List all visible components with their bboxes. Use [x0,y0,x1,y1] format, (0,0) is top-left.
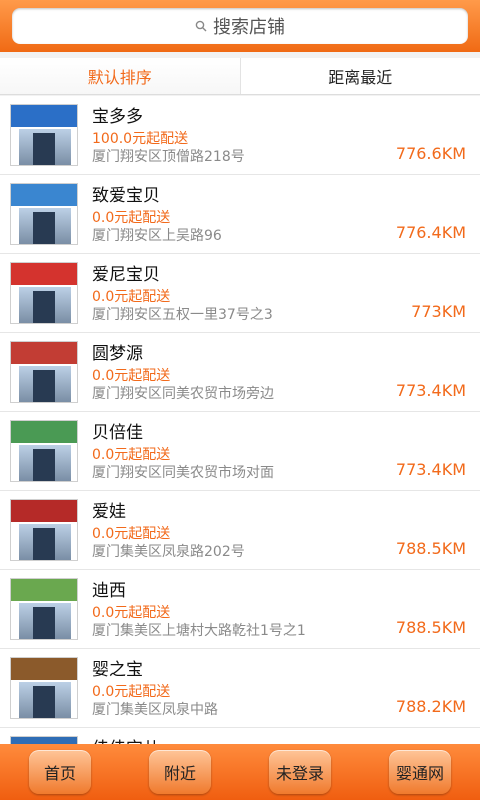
store-address: 厦门翔安区顶僧路218号 [92,149,245,165]
store-name: 婴之宝 [92,660,143,680]
store-min-order: 0.0元起配送 [92,684,171,700]
store-min-order: 0.0元起配送 [92,605,171,621]
store-photo [10,104,78,166]
store-photo [10,341,78,403]
store-row[interactable]: 爱娃 0.0元起配送 厦门集美区凤泉路202号 788.5KM [0,491,480,570]
store-photo [10,499,78,561]
store-name: 佳佳宝儿 [92,734,160,744]
store-photo [10,657,78,719]
nav-site-button[interactable]: 婴通网 [389,750,451,794]
store-address: 厦门集美区凤泉路202号 [92,544,245,560]
store-min-order: 100.0元起配送 [92,131,189,147]
search-input[interactable]: 搜索店铺 [12,8,468,44]
store-address: 厦门集美区上塘村大路乾社1号之1 [92,623,306,639]
store-address: 厦门翔安区同美农贸市场旁边 [92,386,274,402]
store-min-order: 0.0元起配送 [92,447,171,463]
store-row[interactable]: 致爱宝贝 0.0元起配送 厦门翔安区上吴路96 776.4KM [0,175,480,254]
store-min-order: 0.0元起配送 [92,526,171,542]
header-bar: 搜索店铺 [0,0,480,52]
store-distance: 773.4KM [395,381,466,400]
store-address: 厦门翔安区上吴路96 [92,228,222,244]
store-address: 厦门翔安区五权一里37号之3 [92,307,273,323]
store-distance: 773KM [411,302,466,321]
store-photo [10,736,78,744]
store-min-order: 0.0元起配送 [92,368,171,384]
store-distance: 776.6KM [395,144,466,163]
store-name: 致爱宝贝 [92,186,160,206]
store-name: 迪西 [92,581,126,601]
nav-nearby-button[interactable]: 附近 [149,750,211,794]
store-name: 爱尼宝贝 [92,265,160,285]
store-distance: 776.4KM [395,223,466,242]
store-row[interactable]: 圆梦源 0.0元起配送 厦门翔安区同美农贸市场旁边 773.4KM [0,333,480,412]
store-photo [10,578,78,640]
store-row[interactable]: 爱尼宝贝 0.0元起配送 厦门翔安区五权一里37号之3 773KM [0,254,480,333]
store-row[interactable]: 贝倍佳 0.0元起配送 厦门翔安区同美农贸市场对面 773.4KM [0,412,480,491]
store-distance: 788.2KM [395,697,466,716]
store-row[interactable]: 婴之宝 0.0元起配送 厦门集美区凤泉中路 788.2KM [0,649,480,728]
nav-login-button[interactable]: 未登录 [269,750,331,794]
store-row[interactable]: 佳佳宝儿 [0,728,480,744]
store-row[interactable]: 宝多多 100.0元起配送 厦门翔安区顶僧路218号 776.6KM [0,96,480,175]
store-distance: 788.5KM [395,618,466,637]
store-distance: 773.4KM [395,460,466,479]
bottom-nav: 首页 附近 未登录 婴通网 [0,744,480,800]
store-name: 爱娃 [92,502,126,522]
search-placeholder: 搜索店铺 [213,17,285,38]
store-distance: 788.5KM [395,539,466,558]
tab-nearest[interactable]: 距离最近 [239,58,480,94]
nav-home-button[interactable]: 首页 [29,750,91,794]
store-photo [10,420,78,482]
store-address: 厦门翔安区同美农贸市场对面 [92,465,274,481]
store-photo [10,183,78,245]
store-name: 宝多多 [92,107,143,127]
store-row[interactable]: 迪西 0.0元起配送 厦门集美区上塘村大路乾社1号之1 788.5KM [0,570,480,649]
search-icon [195,20,207,32]
tab-default-sort[interactable]: 默认排序 [0,58,240,94]
store-min-order: 0.0元起配送 [92,289,171,305]
store-name: 圆梦源 [92,344,143,364]
store-list: 宝多多 100.0元起配送 厦门翔安区顶僧路218号 776.6KM 致爱宝贝 … [0,96,480,744]
store-min-order: 0.0元起配送 [92,210,171,226]
store-address: 厦门集美区凤泉中路 [92,702,218,718]
store-name: 贝倍佳 [92,423,143,443]
store-photo [10,262,78,324]
sort-tabs: 默认排序 距离最近 [0,58,480,95]
